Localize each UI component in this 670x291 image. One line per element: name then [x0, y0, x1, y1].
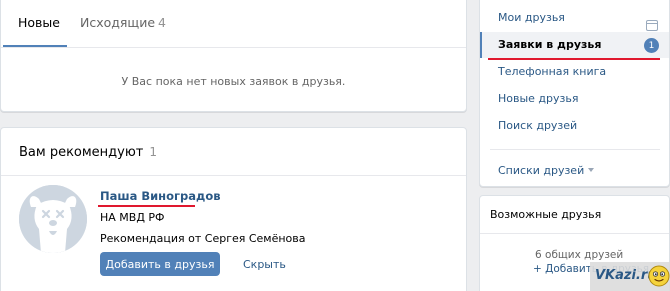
mutual-friends-count: 6 общих друзей [535, 249, 624, 261]
menu-item-find-friends[interactable]: Поиск друзей [480, 113, 669, 139]
menu-item-label: Списки друзей [498, 164, 595, 177]
hide-link[interactable]: Скрыть [243, 258, 286, 271]
person-name-link[interactable]: Паша Виноградов [100, 189, 221, 203]
possible-friends-title: Возможные друзья [490, 208, 602, 221]
menu-item-label: Мои друзья [498, 11, 565, 24]
possible-friends-divider [480, 233, 669, 234]
person-recommendation: Рекомендация от Сергея Семёнова [100, 232, 306, 245]
menu-item-new-friends[interactable]: Новые друзья [480, 86, 669, 112]
empty-requests-message: У Вас пока нет новых заявок в друзья. [121, 75, 346, 88]
recommendations-card: Вам рекомендуют 1 Паша Виноградов НА МВД … [0, 127, 467, 291]
tab-new-label: Новые [18, 15, 60, 30]
friend-requests-card: Новые Исходящие 4 У Вас пока нет новых за… [0, 0, 467, 112]
requests-tabs: Новые Исходящие 4 [1, 0, 466, 48]
avatar[interactable] [19, 185, 87, 253]
smiley-icon [648, 265, 670, 287]
requests-count-badge: 1 [644, 38, 659, 53]
name-highlight-underline [98, 205, 195, 207]
menu-item-friend-lists[interactable]: Списки друзей [480, 158, 669, 184]
menu-item-phone-book[interactable]: Телефонная книга [480, 59, 669, 85]
tab-outgoing-label: Исходящие [80, 15, 156, 30]
recommendations-header: Вам рекомендуют 1 [1, 128, 466, 176]
recommendations-count: 1 [149, 145, 158, 159]
tab-outgoing-count: 4 [158, 15, 166, 30]
person-organization: НА МВД РФ [100, 211, 165, 224]
dog-avatar-icon [19, 185, 87, 253]
active-item-indicator [480, 32, 482, 58]
recommendations-title-text: Вам рекомендуют [19, 145, 144, 160]
tab-new[interactable]: Новые [18, 15, 60, 30]
menu-item-label: Новые друзья [498, 92, 579, 105]
menu-divider [490, 149, 660, 150]
possible-friend-avatar[interactable] [492, 244, 526, 278]
tab-outgoing[interactable]: Исходящие 4 [80, 15, 166, 30]
recommendations-title: Вам рекомендуют 1 [19, 145, 157, 160]
menu-item-label: Телефонная книга [498, 65, 607, 78]
friend-lists-label: Списки друзей [498, 164, 585, 177]
calendar-icon[interactable] [646, 20, 658, 31]
add-friend-button[interactable]: Добавить в друзья [100, 252, 220, 276]
menu-item-friend-requests[interactable]: Заявки в друзья 1 [480, 32, 669, 58]
menu-item-my-friends[interactable]: Мои друзья [480, 5, 669, 31]
friends-menu: Мои друзья Заявки в друзья 1 Телефонная … [479, 0, 670, 187]
active-tab-indicator [3, 45, 67, 47]
menu-item-label: Заявки в друзья [498, 38, 602, 51]
watermark: VKazi.ru [590, 262, 670, 291]
chevron-down-icon [588, 168, 595, 172]
menu-item-label: Поиск друзей [498, 119, 578, 132]
